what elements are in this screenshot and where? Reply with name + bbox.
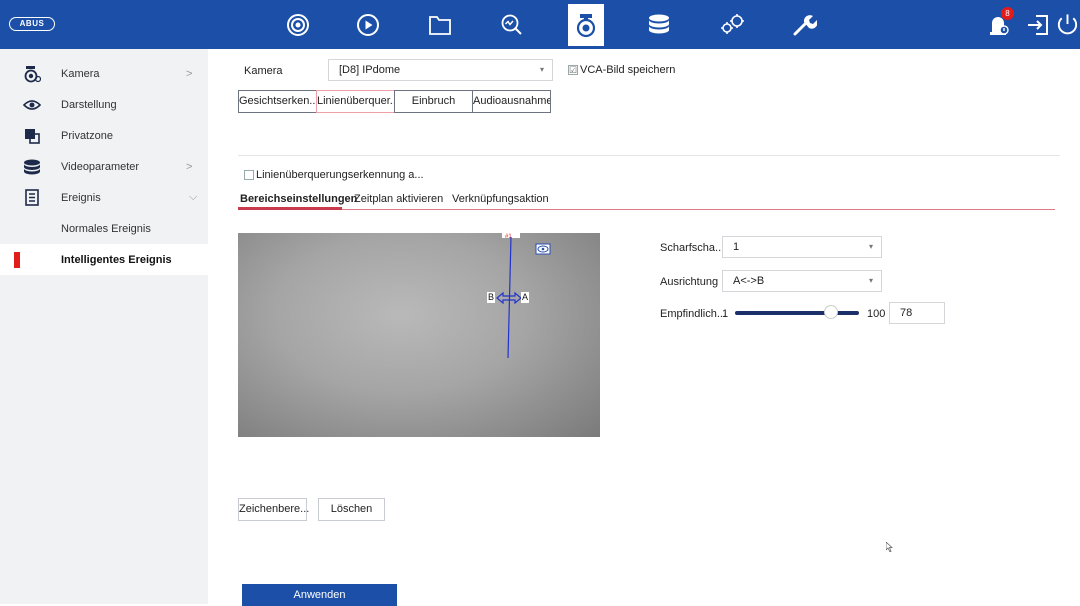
clear-button[interactable]: Löschen xyxy=(318,498,385,521)
checkbox-checked-icon: ☑ xyxy=(568,65,578,75)
sidebar-item-ereignis[interactable]: Ereignis ⌵ xyxy=(0,182,208,213)
sidebar-item-intelligentes-ereignis[interactable]: Intelligentes Ereignis xyxy=(0,244,208,275)
smart-search-icon[interactable] xyxy=(495,8,529,42)
draw-area-button[interactable]: Zeichenbere... xyxy=(238,498,309,521)
document-icon xyxy=(22,188,42,208)
alarm-icon[interactable]: 8 xyxy=(982,7,1016,42)
tab-audioausnahme[interactable]: Audioausnahme xyxy=(472,90,551,113)
file-icon[interactable] xyxy=(423,8,457,42)
sidebar-item-privatzone[interactable]: Privatzone xyxy=(0,120,208,151)
camera-label: Kamera xyxy=(244,65,283,77)
sensitivity-value-input[interactable]: 78 xyxy=(889,302,945,324)
playback-icon[interactable] xyxy=(351,8,385,42)
sidebar-item-label: Kamera xyxy=(61,67,100,80)
sensitivity-slider-handle[interactable] xyxy=(824,305,839,319)
enable-line-crossing-checkbox[interactable]: Linienüberquerungserkennung a... xyxy=(244,169,424,181)
tab-verknuepfungsaktion[interactable]: Verknüpfungsaktion xyxy=(452,193,549,205)
crossing-line xyxy=(507,236,512,359)
tab-bereichseinstellungen[interactable]: Bereichseinstellungen xyxy=(240,193,357,205)
sensitivity-slider-track[interactable] xyxy=(735,311,859,315)
sidebar-item-label: Ereignis xyxy=(61,191,101,204)
sensitivity-label: Empfindlich... xyxy=(660,308,727,320)
sidebar-item-label: Intelligentes Ereignis xyxy=(61,253,172,266)
tab-linienueberquerung[interactable]: Linienüberquer... xyxy=(316,90,395,113)
storage-icon[interactable] xyxy=(642,8,676,42)
eye-icon xyxy=(22,95,42,115)
camera-icon xyxy=(22,64,42,84)
sidebar-item-label: Normales Ereignis xyxy=(61,222,151,235)
section-divider xyxy=(238,155,1060,156)
privacy-mask-icon xyxy=(22,126,42,146)
system-config-icon[interactable] xyxy=(715,8,749,42)
tab-einbruch[interactable]: Einbruch xyxy=(394,90,473,113)
dropdown-arrow-icon: ▾ xyxy=(868,242,873,251)
selection-marker xyxy=(14,251,20,268)
chevron-right-icon: > xyxy=(186,160,193,173)
logout-icon[interactable] xyxy=(1021,8,1055,42)
abus-logo: ABUS xyxy=(9,17,55,31)
line-select-label: Scharfscha... xyxy=(660,242,725,254)
sidebar-item-kamera[interactable]: Kamera > xyxy=(0,58,208,89)
chevron-right-icon: > xyxy=(186,67,193,80)
vca-label: VCA-Bild speichern xyxy=(580,64,676,76)
tab-zeitplan[interactable]: Zeitplan aktivieren xyxy=(354,193,443,205)
sidebar-item-label: Privatzone xyxy=(61,129,113,142)
main-content: Kamera [D8] IPdome ▾ ☑ VCA-Bild speicher… xyxy=(208,49,1080,606)
mouse-cursor-icon xyxy=(886,542,893,552)
active-tab-indicator xyxy=(238,207,342,210)
sensitivity-min-label: 1 xyxy=(722,308,729,320)
dropdown-arrow-icon: ▾ xyxy=(868,276,873,285)
checkbox-icon xyxy=(244,170,254,180)
camera-select-value: [D8] IPdome xyxy=(339,64,401,76)
apply-button[interactable]: Anwenden xyxy=(242,584,397,606)
sidebar-item-label: Darstellung xyxy=(61,98,117,111)
vca-checkbox[interactable]: ☑ VCA-Bild speichern xyxy=(568,64,675,76)
direction-label: Ausrichtung xyxy=(660,276,719,288)
direction-select[interactable]: A<->B ▾ xyxy=(722,270,882,292)
video-preview[interactable]: #1 B A xyxy=(238,233,600,437)
side-a-label: A xyxy=(522,292,529,302)
top-navigation-bar: ABUS 8 xyxy=(0,0,1080,49)
sidebar-item-darstellung[interactable]: Darstellung xyxy=(0,89,208,120)
tab-underline xyxy=(238,209,1055,210)
camera-config-icon[interactable] xyxy=(568,4,604,46)
live-view-icon[interactable] xyxy=(281,8,315,42)
power-icon[interactable] xyxy=(1055,8,1080,42)
maintenance-icon[interactable] xyxy=(787,8,821,42)
direction-select-value: A<->B xyxy=(733,275,765,287)
alarm-count-badge: 8 xyxy=(1001,7,1014,20)
sidebar-item-videoparameter[interactable]: Videoparameter > xyxy=(0,151,208,182)
sidebar: Kamera > Darstellung Privatzone Videopar… xyxy=(0,49,208,604)
chevron-down-icon: ⌵ xyxy=(189,191,198,203)
sidebar-item-normales-ereignis[interactable]: Normales Ereignis xyxy=(0,213,208,244)
line-select[interactable]: 1 ▾ xyxy=(722,236,882,258)
side-b-label: B xyxy=(488,292,495,302)
line-select-value: 1 xyxy=(733,241,740,253)
enable-line-crossing-label: Linienüberquerungserkennung a... xyxy=(256,169,424,181)
sensitivity-max-label: 100 xyxy=(867,308,886,320)
database-icon xyxy=(22,157,42,177)
dropdown-arrow-icon: ▾ xyxy=(539,65,544,74)
tab-gesichtserkennung[interactable]: Gesichtserken... xyxy=(238,90,317,113)
sidebar-item-label: Videoparameter xyxy=(61,160,140,173)
camera-select[interactable]: [D8] IPdome ▾ xyxy=(328,59,553,81)
